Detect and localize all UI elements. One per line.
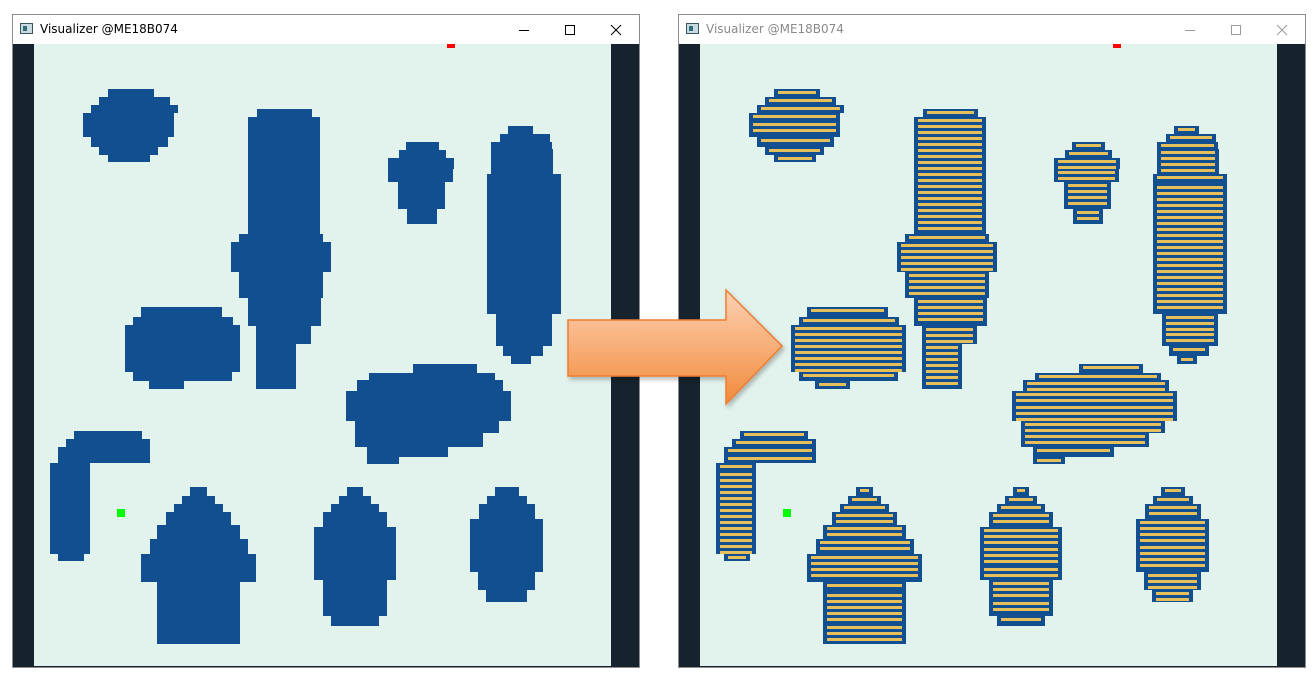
close-icon (1276, 24, 1288, 35)
visualizer-canvas-area (13, 44, 639, 667)
obstacle-tall-right (487, 126, 561, 364)
close-button[interactable] (1259, 15, 1305, 44)
visualizer-window-left: Visualizer @ME18B074 (12, 14, 640, 668)
minimize-icon (1185, 29, 1195, 31)
obstacle-tall-right (1153, 126, 1227, 364)
start-marker (783, 509, 791, 517)
window-title: Visualizer @ME18B074 (40, 22, 178, 36)
obstacle-oval-left (125, 307, 240, 389)
minimize-icon (519, 29, 529, 31)
window-title: Visualizer @ME18B074 (706, 22, 844, 36)
right-arrow-icon (567, 288, 784, 406)
obstacle-oval-bottom-right (470, 487, 543, 602)
title-bar[interactable]: Visualizer @ME18B074 (13, 15, 639, 44)
goal-marker (1113, 44, 1121, 48)
minimize-button[interactable] (501, 15, 547, 44)
maximize-icon (1231, 24, 1241, 35)
obstacle-oval-left (791, 307, 906, 389)
title-bar[interactable]: Visualizer @ME18B074 (679, 15, 1305, 44)
maximize-button[interactable] (547, 15, 593, 44)
app-icon (686, 23, 699, 34)
minimize-button[interactable] (1167, 15, 1213, 44)
map-canvas (34, 44, 611, 666)
goal-marker (447, 44, 455, 48)
maximize-button[interactable] (1213, 15, 1259, 44)
obstacle-oval-bottom-right (1136, 487, 1209, 602)
app-icon (20, 23, 33, 34)
start-marker (117, 509, 125, 517)
close-icon (610, 24, 622, 35)
maximize-icon (565, 24, 575, 35)
close-button[interactable] (593, 15, 639, 44)
